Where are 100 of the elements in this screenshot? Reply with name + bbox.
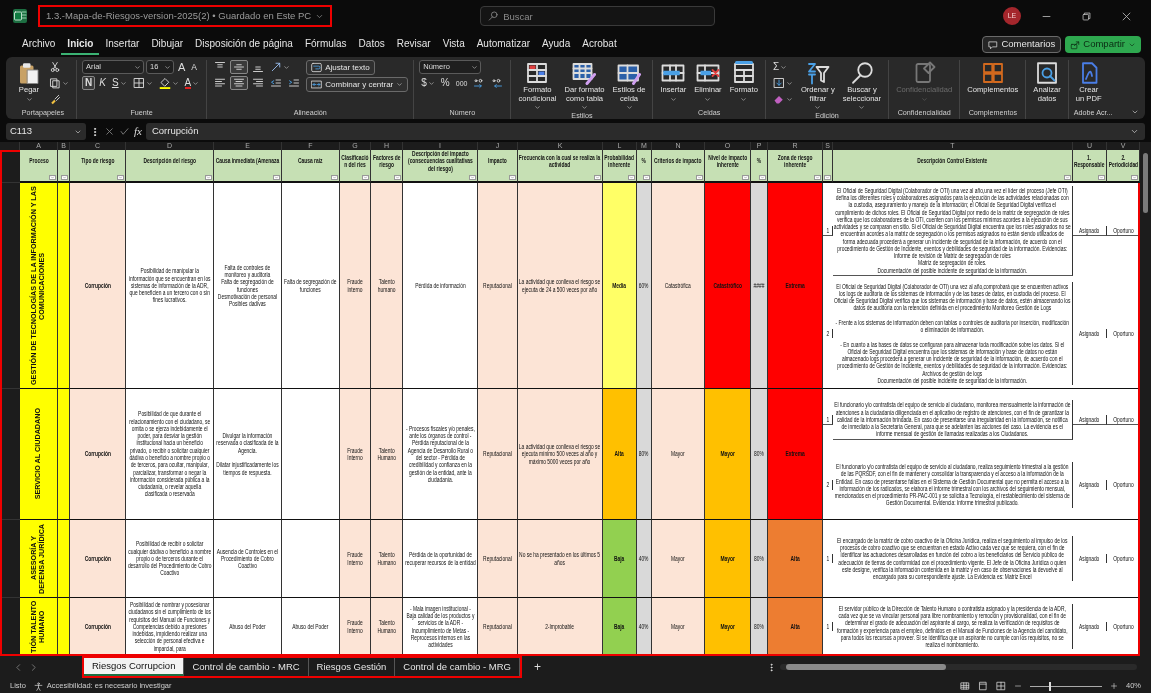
caret-icon: [427, 79, 435, 87]
toggle-button[interactable]: [230, 60, 249, 74]
format-cells-icon: [731, 61, 756, 85]
toolbar-button[interactable]: A: [189, 60, 199, 74]
search-icon: [488, 11, 499, 21]
caret-icon: [1099, 175, 1104, 180]
filter-button[interactable]: [117, 175, 124, 180]
restore-icon: [1080, 10, 1092, 22]
chevron-left-icon: [14, 662, 23, 672]
select-all-corner[interactable]: [0, 150, 20, 183]
chart-magnifier-icon: [1035, 61, 1060, 85]
menu-tab[interactable]: Vista: [436, 34, 471, 55]
zoom-in-icon[interactable]: [1110, 682, 1118, 690]
filter-button[interactable]: [331, 175, 338, 180]
caret-icon: [669, 95, 677, 103]
filter-button[interactable]: [643, 175, 650, 180]
toolbar-button[interactable]: $: [419, 76, 437, 90]
caret-icon: [470, 175, 475, 180]
filter-button[interactable]: [1131, 175, 1138, 180]
clipboard-icon: [17, 61, 41, 85]
menu-tab[interactable]: Acrobat: [576, 34, 623, 55]
filter-button[interactable]: [61, 175, 68, 180]
more-options-icon[interactable]: [767, 662, 776, 672]
menu-tab[interactable]: Datos: [352, 34, 391, 55]
align-center-icon: [233, 77, 246, 89]
add-sheet-button[interactable]: +: [524, 658, 552, 676]
menu-tab[interactable]: Insertar: [99, 34, 146, 55]
formula-field[interactable]: Corrupción: [145, 123, 1145, 140]
menu-tab[interactable]: Ayuda: [536, 34, 577, 55]
caret-icon: [1131, 108, 1139, 116]
ribbon-button[interactable]: Ajustar texto: [306, 60, 375, 75]
toggle-button[interactable]: K: [97, 76, 108, 90]
indent-icon: [288, 77, 301, 89]
search-field[interactable]: Buscar: [480, 6, 716, 26]
toolbar-button[interactable]: Σ: [770, 60, 790, 74]
share-button[interactable]: Compartir: [1065, 36, 1141, 53]
filter-button[interactable]: [759, 175, 766, 180]
toolbar-button[interactable]: A: [176, 60, 188, 74]
filter-button[interactable]: [594, 175, 601, 180]
zoom-out-icon[interactable]: [1014, 682, 1022, 690]
four-squares-icon: [980, 61, 1005, 85]
row-header[interactable]: [0, 520, 20, 598]
row-header[interactable]: [0, 183, 20, 389]
row-header[interactable]: [0, 389, 20, 520]
filter-button[interactable]: [394, 175, 401, 180]
caret-icon: [704, 95, 712, 103]
toolbar-button[interactable]: %: [438, 76, 452, 90]
row-header[interactable]: [0, 598, 20, 656]
filter-button[interactable]: [205, 175, 212, 180]
sheet-tab[interactable]: Riesgos Corrupcion: [84, 658, 185, 676]
grid-view-icon[interactable]: [960, 681, 970, 691]
share-icon: [1070, 39, 1081, 50]
caret-icon: [740, 95, 748, 103]
filter-button[interactable]: [362, 175, 369, 180]
page-break-icon[interactable]: [996, 681, 1006, 691]
page-layout-icon[interactable]: [978, 681, 988, 691]
sheet-tab[interactable]: Control de cambio - MRC: [184, 658, 309, 676]
conditional-grid-icon: [525, 61, 550, 85]
toggle-button[interactable]: N: [82, 76, 96, 90]
zoom-slider-thumb[interactable]: [1049, 681, 1052, 691]
accessibility-icon: [33, 681, 43, 691]
menu-tab[interactable]: Fórmulas: [298, 34, 353, 55]
toolbar-button[interactable]: [47, 76, 71, 90]
filter-button[interactable]: [1098, 175, 1105, 180]
menu-tab[interactable]: Inicio: [61, 34, 100, 55]
table-brush-icon: [572, 61, 597, 85]
menu-tab[interactable]: Automatizar: [470, 34, 537, 55]
border-icon: [132, 77, 145, 89]
menu-tab[interactable]: Disposición de página: [189, 34, 299, 55]
scissors-icon: [49, 61, 61, 73]
filter-button[interactable]: [742, 175, 749, 180]
filter-button[interactable]: [824, 175, 831, 180]
filter-button[interactable]: [696, 175, 703, 180]
caret-icon: [118, 175, 123, 180]
toolbar-button[interactable]: A: [182, 76, 202, 90]
menu-tab[interactable]: Archivo: [16, 34, 62, 55]
filter-button[interactable]: [814, 175, 821, 180]
merge-cells-icon: [311, 79, 323, 90]
caret-icon: [50, 175, 55, 180]
filter-button[interactable]: [49, 175, 56, 180]
align-left-icon: [214, 77, 227, 89]
filter-button[interactable]: [509, 175, 516, 180]
insert-function-button[interactable]: fx: [134, 123, 142, 140]
ribbon-button[interactable]: Combinar y centrar: [306, 77, 409, 92]
filter-button[interactable]: [628, 175, 635, 180]
toggle-button[interactable]: [230, 76, 249, 90]
horizontal-scrollbar[interactable]: [780, 664, 1137, 670]
filter-button[interactable]: [469, 175, 476, 180]
name-box[interactable]: C113: [6, 123, 86, 140]
toggle-button[interactable]: S: [109, 76, 129, 90]
filter-button[interactable]: [1064, 175, 1071, 180]
caret-icon: [697, 175, 702, 180]
filter-button[interactable]: [273, 175, 280, 180]
caret-icon: [274, 175, 279, 180]
sheet-tab[interactable]: Riesgos Gestión: [308, 658, 396, 676]
menu-tab[interactable]: Dibujar: [145, 34, 190, 55]
menu-tab[interactable]: Revisar: [390, 34, 437, 55]
spreadsheet-logo-icon: [12, 8, 28, 24]
sheet-tab[interactable]: Control de cambio - MRG: [395, 658, 520, 676]
comments-button[interactable]: Comentarios: [982, 36, 1062, 53]
